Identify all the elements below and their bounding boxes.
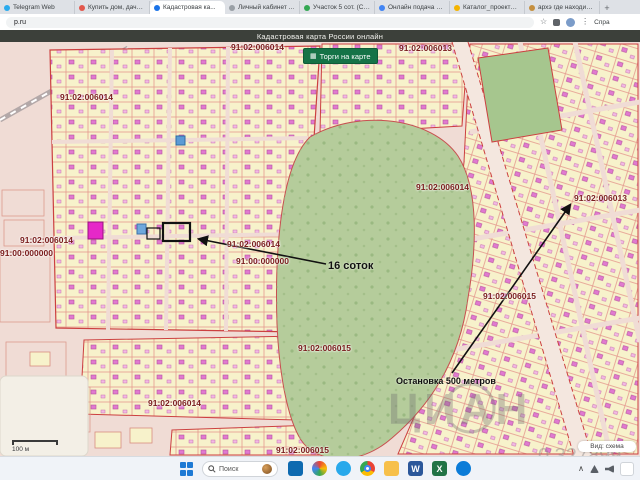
- cadastral-label[interactable]: 91:02:006015: [483, 291, 536, 301]
- url-text: p.ru: [14, 18, 27, 26]
- chevron-up-icon[interactable]: ∧: [578, 465, 584, 473]
- tab-label: Каталог_проектов...: [463, 4, 520, 11]
- cadastral-label[interactable]: 91:02:006014: [20, 235, 73, 245]
- tab-label: Telegram Web: [13, 4, 55, 11]
- tab-cadastral-map[interactable]: Кадастровая ка...: [150, 1, 225, 14]
- cadastral-label[interactable]: 91:02:006014: [416, 182, 469, 192]
- tab-projects-catalog[interactable]: Каталог_проектов...: [450, 1, 525, 14]
- cadastral-label[interactable]: 91:02:006015: [298, 343, 351, 353]
- tab-label: Онлайн подача зая...: [388, 4, 445, 11]
- tab-label: Купить дом, дачу и...: [88, 4, 145, 11]
- green-zone-top-right: [477, 47, 563, 143]
- tab-label: архэ где находите...: [538, 4, 595, 11]
- tab-strip: Telegram Web Купить дом, дачу и... Кадас…: [0, 0, 640, 14]
- site-header: Кадастровая карта России онлайн: [0, 30, 640, 42]
- tab-favicon: [4, 4, 10, 11]
- watermark: ЦИАН: [388, 382, 531, 434]
- map-layer-switcher[interactable]: Вид: схема: [578, 441, 636, 452]
- bookmark-star-icon[interactable]: ☆: [540, 18, 547, 26]
- tab-favicon: [379, 4, 385, 11]
- taskbar-apps: W X: [288, 461, 471, 476]
- store-icon[interactable]: [288, 461, 303, 476]
- search-label: Поиск: [219, 465, 239, 473]
- tab-favicon: [304, 4, 310, 11]
- tab-label: Участок 5 сот. (СНТ...: [313, 4, 370, 11]
- new-tab-button[interactable]: +: [600, 1, 614, 14]
- cadastral-label[interactable]: 91:02:006014: [231, 42, 284, 52]
- volume-icon[interactable]: [605, 465, 614, 473]
- tab-buy-house[interactable]: Купить дом, дачу и...: [75, 1, 150, 14]
- chrome-icon[interactable]: [360, 461, 375, 476]
- blue-marker-parcel[interactable]: [175, 135, 186, 146]
- tab-favicon: [154, 4, 160, 11]
- auction-on-map-button[interactable]: ▦ Торги на карте: [303, 48, 378, 64]
- cadastral-label[interactable]: 91:02:006014: [148, 398, 201, 408]
- profile-avatar[interactable]: [566, 17, 576, 27]
- search-icon: [208, 465, 216, 473]
- tab-favicon: [229, 4, 235, 11]
- cadastral-label[interactable]: 91:02:006014: [60, 92, 113, 102]
- area-annotation: 16 соток: [328, 260, 374, 272]
- cadastral-label[interactable]: 91:00:000000: [0, 248, 53, 258]
- search-highlight-image: [262, 464, 272, 474]
- browser-menu-icon[interactable]: ⋮: [581, 18, 589, 26]
- address-bar: p.ru ☆ ⋮ Спра: [0, 14, 640, 30]
- watermark-logo-text: ЦИАН: [388, 385, 531, 434]
- extensions-icon[interactable]: [553, 18, 561, 26]
- edge-icon[interactable]: [456, 461, 471, 476]
- blue-parcel[interactable]: [136, 223, 147, 235]
- browser-window: Telegram Web Купить дом, дачу и... Кадас…: [0, 0, 640, 480]
- page-title: Кадастровая карта России онлайн: [256, 31, 384, 41]
- tab-telegram[interactable]: Telegram Web: [0, 1, 75, 14]
- cadastral-map[interactable]: ЦИАН 0 327899 ▦ Торги на карте 91:02:006…: [0, 42, 640, 456]
- tab-personal-account[interactable]: Личный кабинет ...: [225, 1, 300, 14]
- url-field[interactable]: p.ru: [6, 16, 534, 28]
- taskbar-search[interactable]: Поиск: [202, 461, 278, 477]
- tab-label: Личный кабинет ...: [238, 4, 295, 11]
- scale-line: [12, 440, 58, 445]
- cadastral-label[interactable]: 91:00:000000: [236, 256, 289, 266]
- bookmark-item[interactable]: Спра: [594, 19, 609, 26]
- explorer-icon[interactable]: [384, 461, 399, 476]
- grid-icon: ▦: [310, 52, 317, 60]
- notification-center-icon[interactable]: [620, 462, 634, 476]
- word-icon[interactable]: W: [408, 461, 423, 476]
- tab-favicon: [529, 4, 535, 11]
- bus-stop-annotation: Остановка 500 метров: [396, 376, 496, 386]
- tab-favicon: [454, 4, 460, 11]
- tab-arhe-location[interactable]: архэ где находите...: [525, 1, 600, 14]
- tab-favicon: [79, 4, 85, 11]
- cadastral-label[interactable]: 91:02:006013: [399, 43, 452, 53]
- wifi-icon[interactable]: [590, 465, 599, 473]
- auction-button-label: Торги на карте: [319, 51, 371, 61]
- cadastral-label[interactable]: 91:02:006014: [227, 239, 280, 249]
- tab-label: Кадастровая ка...: [163, 4, 216, 11]
- cadastral-label[interactable]: 91:02:006013: [574, 193, 627, 203]
- telegram-icon[interactable]: [336, 461, 351, 476]
- map-canvas: ЦИАН 0 327899: [0, 42, 640, 456]
- system-tray: ∧: [578, 462, 634, 476]
- tab-online-application[interactable]: Онлайн подача зая...: [375, 1, 450, 14]
- magenta-parcel[interactable]: [87, 221, 104, 240]
- start-button[interactable]: [180, 462, 194, 476]
- tab-plot-listing[interactable]: Участок 5 сот. (СНТ...: [300, 1, 375, 14]
- excel-icon[interactable]: X: [432, 461, 447, 476]
- photos-icon[interactable]: [312, 461, 327, 476]
- scale-label: 100 м: [12, 446, 30, 453]
- taskbar: Поиск W X ∧: [0, 456, 640, 480]
- cadastral-label[interactable]: 91:02:006015: [276, 445, 329, 455]
- map-scale: 100 м: [12, 440, 58, 453]
